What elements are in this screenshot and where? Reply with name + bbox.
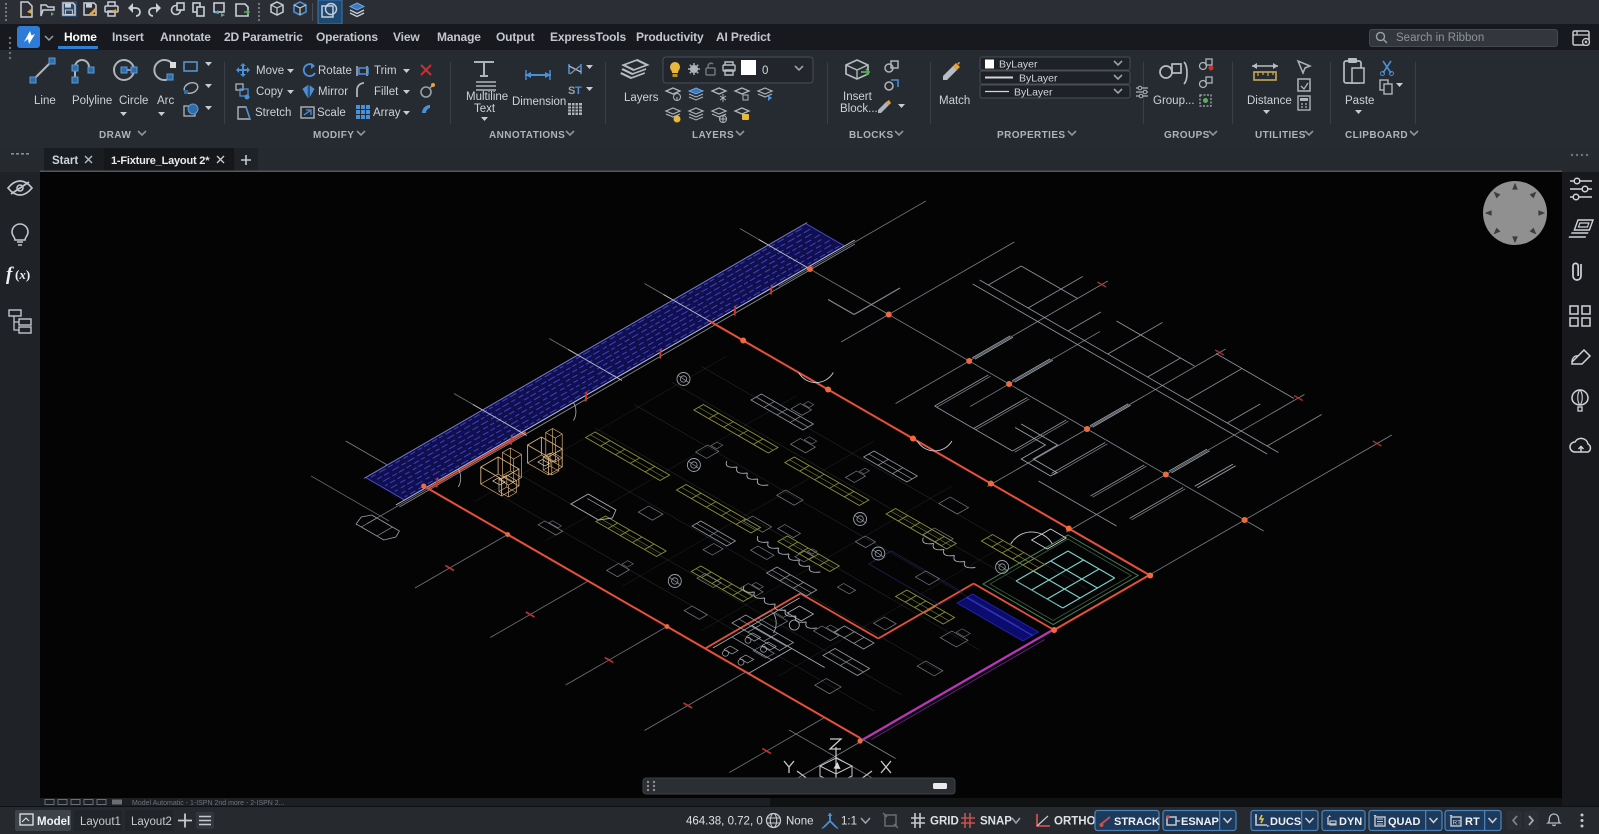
svg-text:Scale: Scale [317,107,346,119]
svg-text:ORTHO: ORTHO [1054,816,1096,828]
svg-text:Multiline: Multiline [466,91,508,103]
svg-text:Arc: Arc [157,95,175,107]
svg-text:464.38, 0.72, 0: 464.38, 0.72, 0 [686,816,763,828]
svg-text:Match: Match [939,95,970,107]
svg-text:1-Fixture_Layout 2*: 1-Fixture_Layout 2* [111,155,210,167]
svg-text:Model: Model [37,816,70,828]
svg-text:MODIFY: MODIFY [313,130,354,141]
svg-text:ByLayer: ByLayer [1019,73,1058,85]
svg-text:Rotate: Rotate [318,65,352,77]
svg-text:Start: Start [52,155,78,167]
svg-text:Circle: Circle [119,95,148,107]
svg-text:Array: Array [373,107,401,119]
svg-text:ByLayer: ByLayer [999,59,1038,71]
svg-text:DYN: DYN [1339,816,1362,828]
svg-text:1:1: 1:1 [841,816,857,828]
svg-text:LAYERS: LAYERS [692,130,734,141]
svg-text:ANNOTATIONS: ANNOTATIONS [489,130,565,141]
svg-text:T: T [575,85,582,97]
svg-text:ByLayer: ByLayer [1014,87,1053,99]
svg-text:RT: RT [1465,816,1480,828]
svg-text:STRACK: STRACK [1114,816,1160,828]
svg-text:Distance: Distance [1247,95,1292,107]
svg-text:Trim: Trim [374,65,397,77]
svg-text:(x): (x) [15,267,30,282]
svg-text:Fillet: Fillet [374,86,399,98]
svg-text:Block...: Block... [840,103,878,115]
svg-text:Polyline: Polyline [72,95,112,107]
svg-text:UTILITIES: UTILITIES [1255,130,1306,141]
svg-text:GRID: GRID [930,816,959,828]
svg-text:Layers: Layers [624,92,659,104]
svg-text:Line: Line [34,95,56,107]
svg-text:Dimension: Dimension [512,96,566,108]
svg-text:None: None [786,816,814,828]
svg-text:SNAP: SNAP [980,816,1012,828]
svg-text:BLOCKS: BLOCKS [849,130,894,141]
svg-text:ESNAP: ESNAP [1181,816,1219,828]
svg-text:GROUPS: GROUPS [1164,130,1210,141]
svg-text:Group...: Group... [1153,95,1195,107]
svg-text:QUAD: QUAD [1388,816,1420,828]
svg-text:Text: Text [474,103,496,115]
svg-text:DUCS: DUCS [1270,816,1301,828]
svg-text:Layout2: Layout2 [131,816,172,828]
svg-text:0: 0 [762,65,768,77]
svg-text:Layout1: Layout1 [80,816,121,828]
svg-text:Copy: Copy [256,86,283,98]
svg-text:CLIPBOARD: CLIPBOARD [1345,130,1408,141]
svg-text:Mirror: Mirror [318,86,348,98]
svg-text:RT: RT [1453,820,1462,827]
svg-text:f: f [6,264,14,285]
svg-text:Move: Move [256,65,284,77]
svg-text:Insert: Insert [843,91,873,103]
svg-text:PROPERTIES: PROPERTIES [997,130,1065,141]
svg-text:Stretch: Stretch [255,107,291,119]
svg-text:DRAW: DRAW [99,130,131,141]
svg-text:Paste: Paste [1345,95,1374,107]
